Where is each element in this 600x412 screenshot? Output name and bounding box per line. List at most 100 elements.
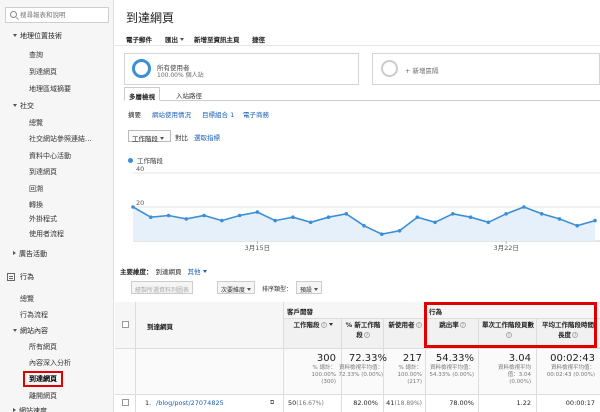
col-landing-page[interactable]: 到達網頁 bbox=[147, 321, 173, 331]
help-icon[interactable]: ? bbox=[363, 332, 370, 338]
chart-legend: 工作階段 bbox=[128, 155, 163, 165]
primary-dim-other-label: 其他 bbox=[187, 268, 201, 276]
chevron-down-icon bbox=[314, 288, 319, 291]
behavior-item-6[interactable]: 離開網頁 bbox=[29, 391, 57, 401]
sidebar-item-1[interactable]: 查詢 bbox=[29, 50, 43, 60]
behavior-item-label: 網站內容 bbox=[20, 327, 48, 335]
subtab-goal-set[interactable]: 目標組合 1 bbox=[202, 109, 234, 119]
total-sessions-sub: % 總計： 100.00% (300) bbox=[312, 365, 336, 386]
data-point bbox=[255, 210, 260, 214]
segment-circle-icon bbox=[132, 59, 151, 78]
chart-svg: 20 40 3月15日 3月22日 bbox=[131, 165, 600, 252]
x-tick-label: 3月15日 bbox=[245, 244, 270, 252]
behavior-item-label: 所有網頁 bbox=[29, 343, 57, 351]
secondary-dimension-button[interactable]: 次要維度 bbox=[217, 281, 256, 294]
toolbar-export-button[interactable]: 匯出 bbox=[165, 34, 184, 44]
open-external-icon[interactable]: ⧉ bbox=[270, 399, 274, 407]
behavior-item-4[interactable]: 內容深入分析 bbox=[29, 358, 71, 368]
behavior-item-5[interactable]: 到達網頁 bbox=[23, 371, 63, 387]
sidebar-item-label: 社交 bbox=[20, 102, 34, 110]
legend-label: 工作階段 bbox=[137, 157, 163, 165]
sub-line: 100.00% bbox=[397, 372, 422, 378]
segment-card-add[interactable]: + 新增區隔 bbox=[372, 53, 600, 85]
sidebar-item-10[interactable]: 轉換 bbox=[29, 200, 43, 210]
row-new-users-pct: (18.89%) bbox=[394, 400, 422, 407]
col-new-sessions[interactable]: % 新工作階段? bbox=[343, 320, 383, 340]
chevron-down-icon bbox=[160, 137, 164, 140]
data-point bbox=[291, 215, 295, 219]
sidebar-item-12[interactable]: 使用者流程 bbox=[29, 229, 64, 239]
primary-dim-value[interactable]: 到達網頁 bbox=[156, 268, 182, 276]
search-box[interactable] bbox=[5, 7, 109, 23]
y-tick-label: 20 bbox=[136, 199, 144, 207]
metric-select-value: 工作階段 bbox=[132, 135, 158, 143]
behavior-item-3[interactable]: 所有網頁 bbox=[29, 342, 57, 352]
toolbar-email-button[interactable]: 電子郵件 bbox=[126, 34, 152, 44]
sub-line: % 總計： bbox=[312, 365, 336, 371]
metric-select[interactable]: 工作階段 bbox=[128, 130, 171, 143]
data-point bbox=[308, 220, 313, 225]
group-acquisition: 客戶開發 bbox=[287, 308, 313, 316]
sub-line: 資料檢視平均 bbox=[497, 365, 531, 371]
sidebar-item-7[interactable]: 資料中心活動 bbox=[29, 151, 71, 161]
total-new-users: 217 bbox=[402, 353, 422, 364]
sub-line: % 總計： bbox=[398, 365, 422, 371]
toolbar-shortcut-button[interactable]: 捷徑 bbox=[252, 34, 265, 44]
total-new-sessions-sub: 資料檢視平均值： 72.33% (0.00%) bbox=[339, 365, 383, 379]
sub-line: 100.00% bbox=[311, 372, 336, 378]
sidebar-item-label: 轉換 bbox=[29, 201, 43, 209]
row-checkbox[interactable] bbox=[122, 399, 129, 406]
sort-desc-icon bbox=[328, 323, 333, 326]
plot-rows-button[interactable]: 繪製所選資料列圖表 bbox=[131, 281, 194, 294]
sidebar-item-8[interactable]: 到達網頁 bbox=[29, 167, 57, 177]
data-point bbox=[539, 212, 544, 216]
help-icon[interactable]: ? bbox=[320, 322, 327, 328]
behavior-item-0[interactable]: 總覽 bbox=[20, 294, 34, 304]
sidebar-item-3[interactable]: 地理區域摘要 bbox=[29, 84, 71, 94]
segment-card-all-users[interactable]: 所有使用者 100.00% 個人站 bbox=[124, 53, 359, 85]
select-metric-link[interactable]: 選取指標 bbox=[194, 132, 220, 142]
sidebar-item-13[interactable]: 廣告活動 bbox=[13, 249, 47, 259]
sidebar-item-5[interactable]: 總覽 bbox=[29, 118, 43, 128]
sidebar-item-label: 查詢 bbox=[29, 51, 43, 59]
total-duration: 00:02:43 bbox=[550, 353, 595, 364]
sub-line: (217) bbox=[407, 379, 422, 385]
primary-dim-other[interactable]: 其他 bbox=[188, 268, 207, 276]
sidebar-item-label: 地理位置技術 bbox=[20, 32, 62, 40]
sidebar-item-9[interactable]: 回溯 bbox=[29, 184, 43, 194]
toolbar-dashboard-button[interactable]: 新增至資訊主頁 bbox=[194, 34, 240, 44]
sub-line: 54.33% (0.00%) bbox=[429, 372, 474, 378]
row-duration: 00:00:17 bbox=[565, 399, 595, 407]
behavior-item-1[interactable]: 行為流程 bbox=[20, 310, 48, 320]
behavior-item-2[interactable]: 網站內容 bbox=[13, 326, 48, 336]
col-sessions[interactable]: 工作階段? bbox=[285, 320, 341, 330]
sidebar-item-0[interactable]: 地理位置技術 bbox=[13, 31, 62, 41]
sidebar-item-label: 到達網頁 bbox=[29, 168, 57, 176]
search-input[interactable] bbox=[20, 10, 106, 20]
sidebar-item-4[interactable]: 社交 bbox=[13, 101, 34, 111]
col-new-users[interactable]: 新使用者? bbox=[385, 320, 425, 330]
help-icon[interactable]: ? bbox=[415, 322, 422, 328]
chevron-down-icon bbox=[180, 38, 184, 41]
data-point bbox=[575, 223, 580, 228]
row-landing-page-link[interactable]: /blog/post/27074825 bbox=[156, 399, 224, 407]
chevron-down-icon bbox=[247, 288, 252, 291]
tab-explorer[interactable]: 多層檢視 bbox=[124, 87, 160, 101]
expand-arrow-icon bbox=[13, 329, 17, 332]
tab-entrance-paths[interactable]: 入站路徑 bbox=[176, 90, 202, 100]
main-content: 到達網頁 電子郵件 匯出 新增至資訊主頁 捷徑 所有使用者 100.00% 個人… bbox=[115, 0, 600, 412]
sub-line: 資料檢視平均值： bbox=[338, 365, 383, 371]
secondary-dimension-label: 次要維度 bbox=[221, 287, 246, 294]
select-all-checkbox[interactable] bbox=[122, 321, 129, 328]
subtab-summary[interactable]: 摘要 bbox=[128, 109, 141, 119]
row-sessions-pct: (16.67%) bbox=[296, 400, 324, 407]
subtab-site-usage[interactable]: 網站使用情況 bbox=[152, 109, 191, 119]
sort-type-select[interactable]: 預設 bbox=[296, 281, 323, 294]
row-new-sessions: 82.00% bbox=[353, 399, 378, 407]
nav-section-behavior[interactable]: 行為 bbox=[20, 272, 34, 282]
sidebar-item-2[interactable]: 到達網頁 bbox=[29, 67, 57, 77]
subtab-ecommerce[interactable]: 電子商務 bbox=[243, 109, 269, 119]
sidebar-item-11[interactable]: 外掛程式 bbox=[29, 214, 57, 224]
behavior-item-7[interactable]: 網站速度 bbox=[13, 406, 47, 412]
sidebar-item-6[interactable]: 社交網站參照連結... bbox=[29, 134, 92, 144]
